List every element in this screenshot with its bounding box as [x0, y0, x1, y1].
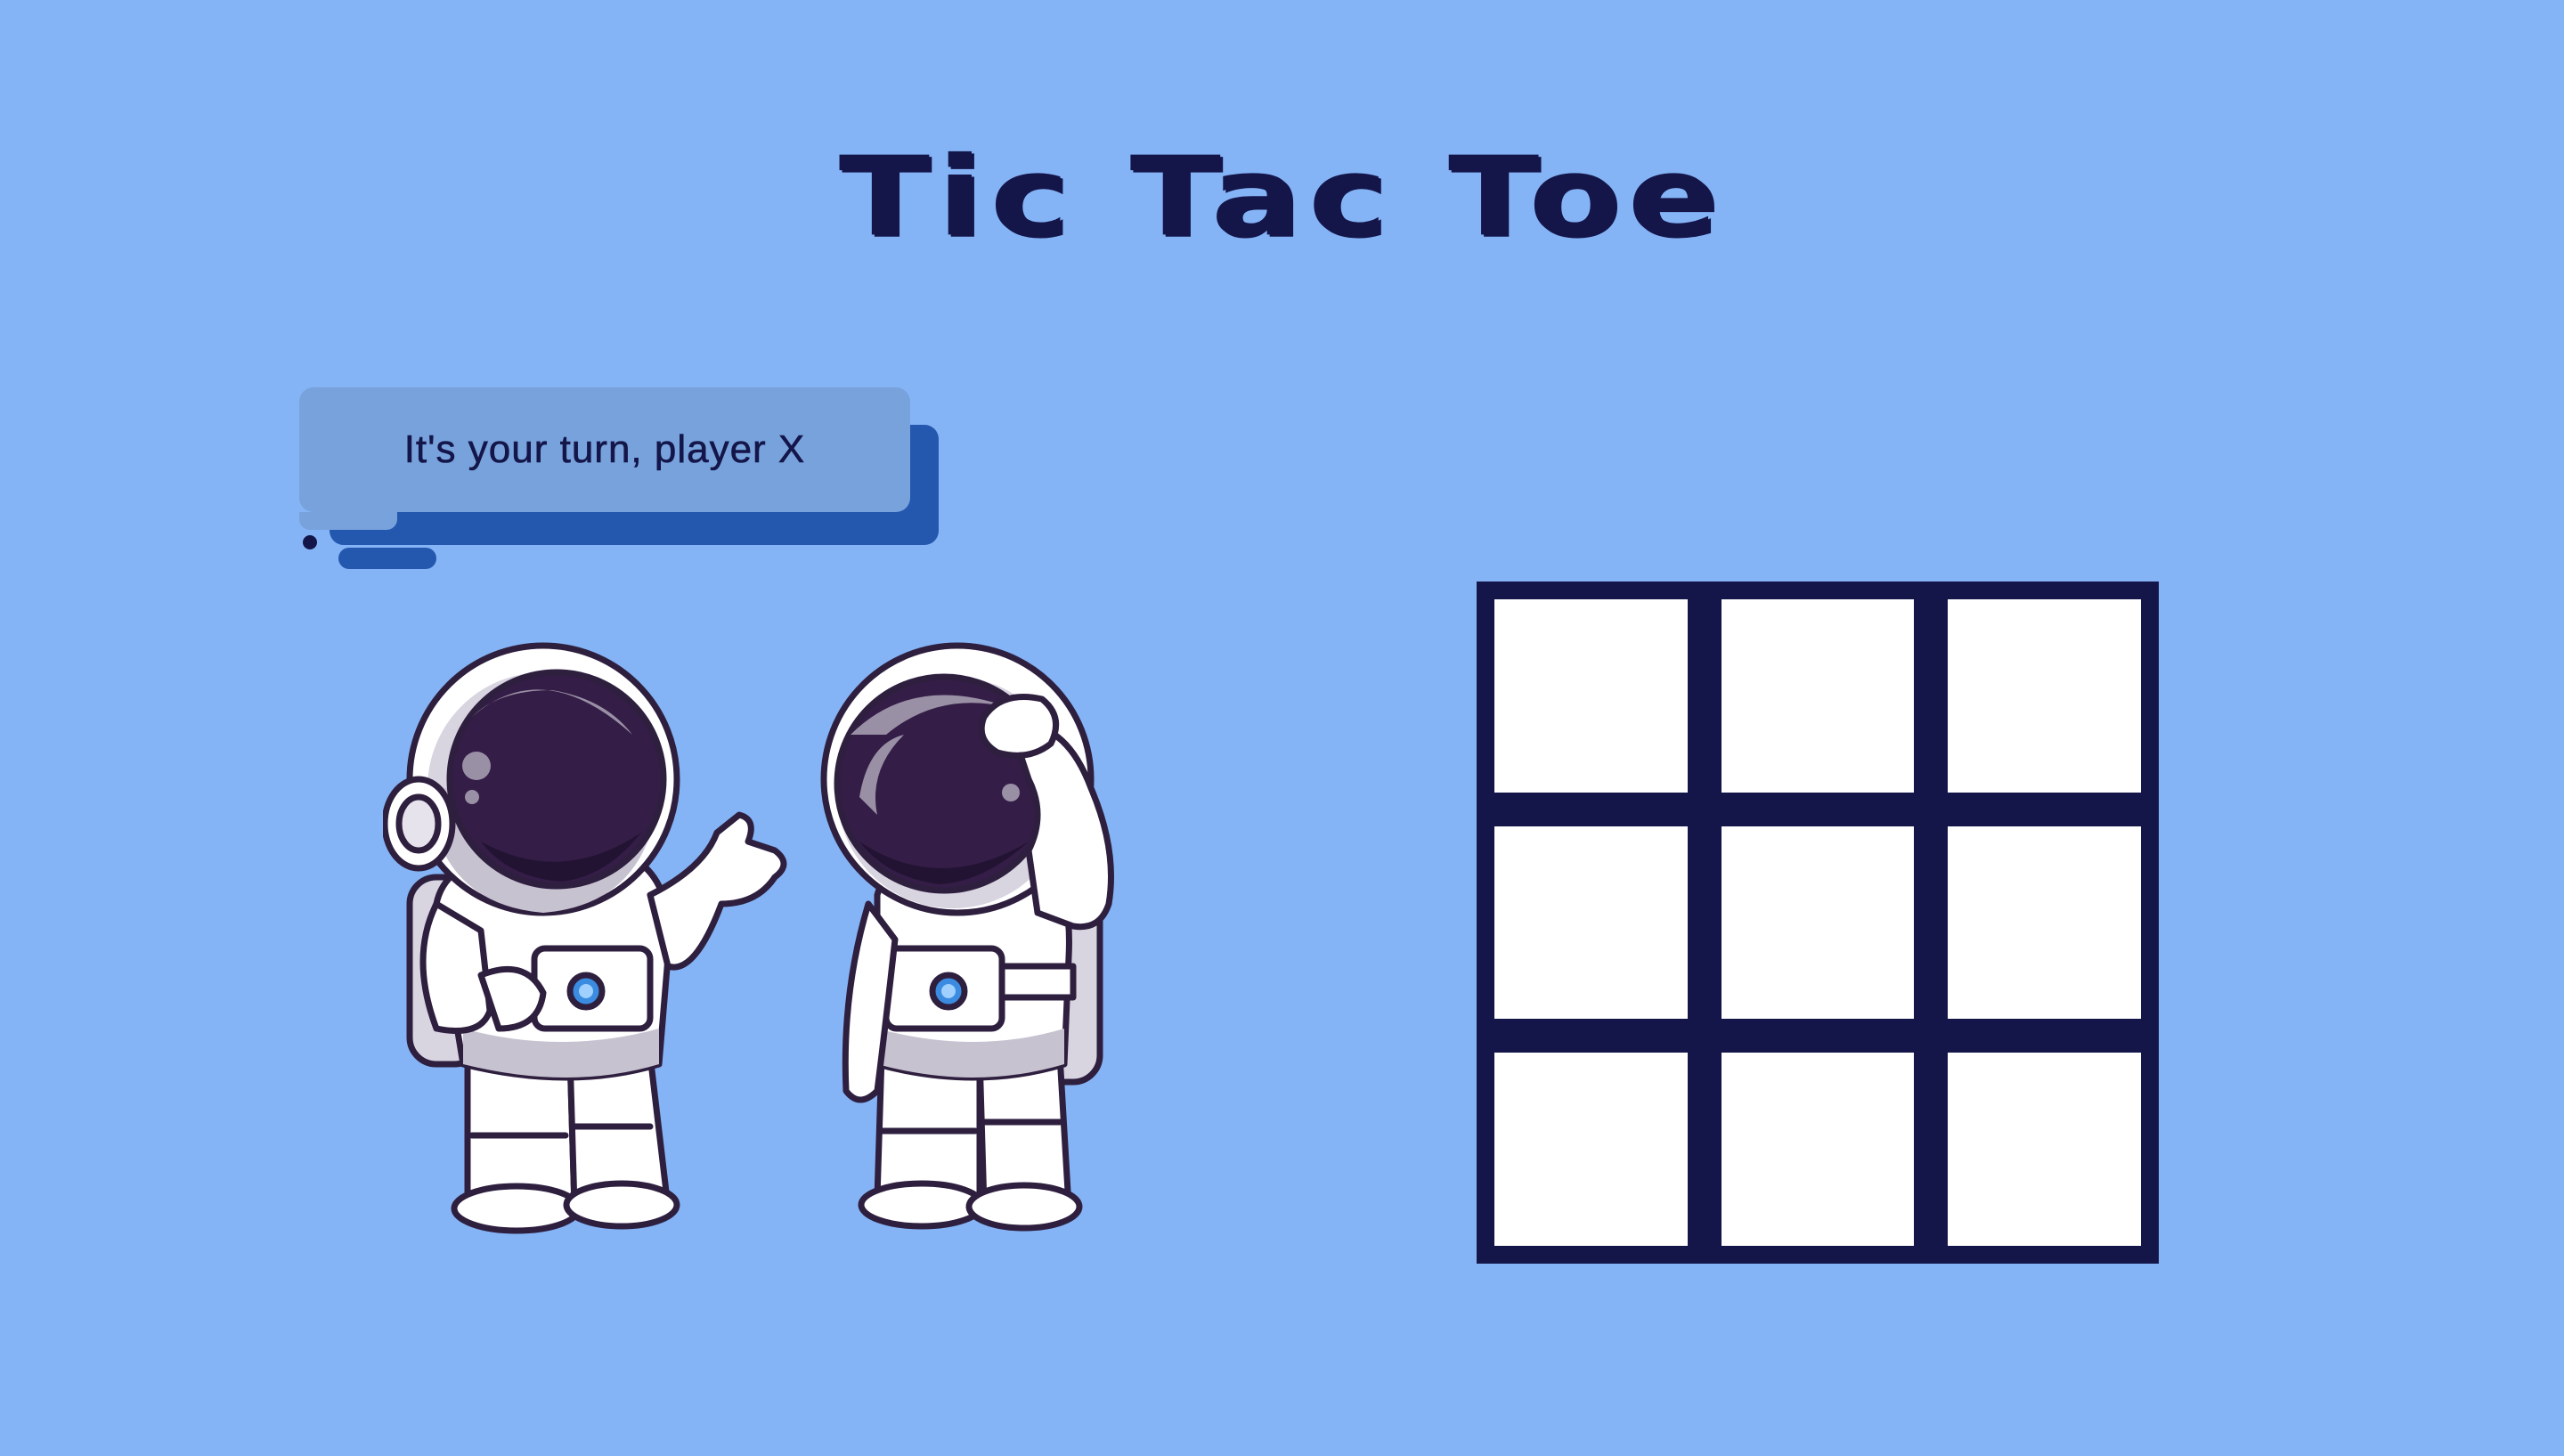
- page-title: Tic Tac Toe: [838, 134, 1726, 261]
- board-cell-2[interactable]: [1721, 599, 1915, 793]
- board-cell-5[interactable]: [1721, 826, 1915, 1020]
- bubble-body: It's your turn, player X: [299, 387, 910, 512]
- astronaut-pointing-icon: [383, 642, 787, 1234]
- bubble-dot: [303, 535, 317, 549]
- board-cell-1[interactable]: [1494, 599, 1688, 793]
- board-cell-3[interactable]: [1948, 599, 2141, 793]
- turn-speech-bubble: It's your turn, player X: [294, 387, 953, 574]
- astronaut-saluting-icon: [820, 642, 1114, 1232]
- board-cell-4[interactable]: [1494, 826, 1688, 1020]
- bubble-tail: [299, 512, 397, 530]
- game-board: [1477, 582, 2159, 1264]
- board-cell-9[interactable]: [1948, 1053, 2141, 1246]
- bubble-tail-shadow: [338, 548, 436, 569]
- turn-status-text: It's your turn, player X: [403, 427, 806, 472]
- board-cell-7[interactable]: [1494, 1053, 1688, 1246]
- board-cell-8[interactable]: [1721, 1053, 1915, 1246]
- board-cell-6[interactable]: [1948, 826, 2141, 1020]
